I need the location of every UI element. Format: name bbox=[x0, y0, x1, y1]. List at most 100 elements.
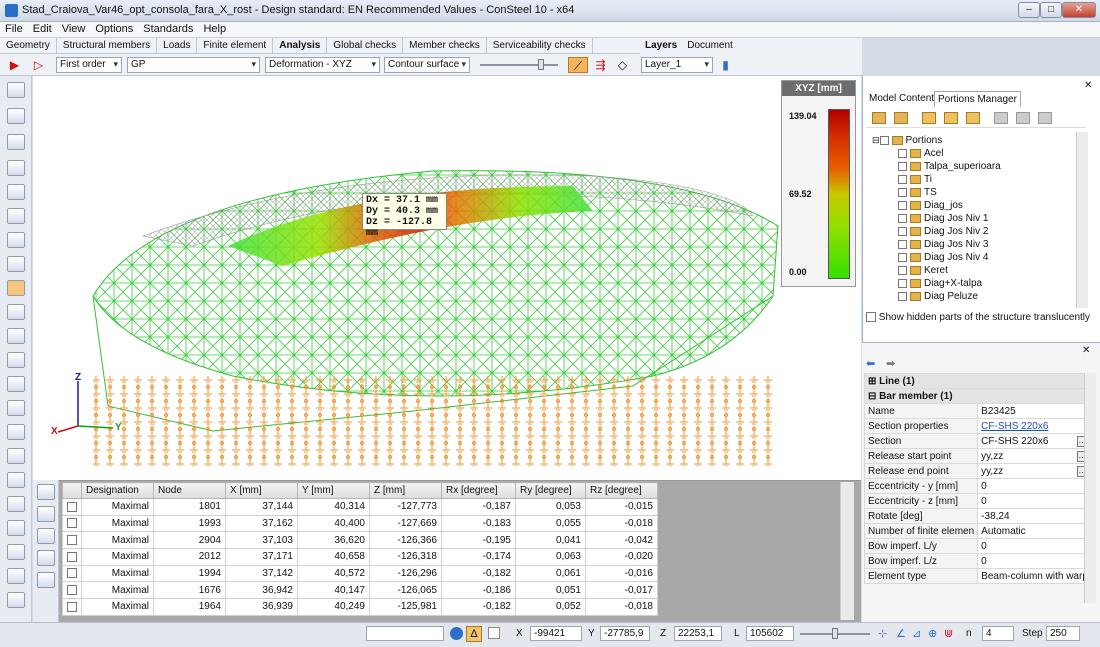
solid-view-icon[interactable] bbox=[7, 352, 25, 368]
layer-select[interactable]: Layer_1 bbox=[641, 57, 713, 73]
tab-global-checks[interactable]: Global checks bbox=[327, 38, 404, 53]
menu-help[interactable]: Help bbox=[198, 22, 231, 36]
shaded-icon[interactable] bbox=[7, 304, 25, 320]
tree-item[interactable]: Talpa_superioara bbox=[898, 160, 1001, 173]
tree-item[interactable]: Diag+X-talpa bbox=[898, 277, 982, 290]
pan-icon[interactable] bbox=[7, 400, 25, 416]
property-value[interactable]: 0 bbox=[977, 538, 1092, 554]
run-settings-icon[interactable]: ▷ bbox=[30, 57, 47, 73]
menu-options[interactable]: Options bbox=[90, 22, 138, 36]
panel-close-icon[interactable]: ✕ bbox=[1084, 80, 1092, 91]
tab-structural-members[interactable]: Structural members bbox=[57, 38, 158, 53]
forward-arrow-icon[interactable]: ➡ bbox=[886, 357, 895, 370]
maximize-button[interactable]: □ bbox=[1040, 2, 1062, 18]
tab-finite-element[interactable]: Finite element bbox=[197, 38, 274, 53]
length-field[interactable]: 105602 bbox=[746, 626, 794, 641]
menu-standards[interactable]: Standards bbox=[138, 22, 198, 36]
section-view-icon[interactable] bbox=[7, 328, 25, 344]
new-folder-icon[interactable] bbox=[922, 112, 936, 124]
copy-icon[interactable] bbox=[7, 520, 25, 536]
column-ry[interactable]: Ry [degree] bbox=[515, 482, 586, 499]
property-row[interactable]: Release start point yy,zz… bbox=[863, 448, 1092, 464]
properties-close-icon[interactable]: ✕ bbox=[1082, 345, 1090, 356]
view-top-icon[interactable] bbox=[7, 184, 25, 200]
y-coord-field[interactable]: -27785,9 bbox=[600, 626, 650, 641]
tree-item[interactable]: TS bbox=[898, 186, 937, 199]
move-icon[interactable] bbox=[7, 544, 25, 560]
diagram-icon[interactable] bbox=[37, 506, 55, 522]
tree-checkbox[interactable] bbox=[898, 200, 907, 210]
grid-snap-icon[interactable] bbox=[488, 627, 500, 639]
edit-portion-icon[interactable] bbox=[894, 112, 908, 124]
column-y[interactable]: Y [mm] bbox=[297, 482, 370, 499]
layer-settings-icon[interactable]: ▮ bbox=[717, 57, 734, 73]
snap-icon[interactable]: Δ bbox=[466, 626, 482, 642]
menu-view[interactable]: View bbox=[57, 22, 91, 36]
export-icon[interactable] bbox=[37, 550, 55, 566]
row-checkbox[interactable] bbox=[67, 535, 77, 546]
table-icon[interactable] bbox=[37, 528, 55, 544]
row-checkbox[interactable] bbox=[67, 518, 77, 529]
property-row[interactable]: Eccentricity - y [mm] 0 bbox=[863, 478, 1092, 494]
values-icon[interactable]: ⇶ bbox=[592, 57, 609, 73]
property-value[interactable]: 0 bbox=[977, 478, 1092, 494]
group-line[interactable]: ⊞ Line (1) bbox=[864, 373, 1092, 389]
tree-checkbox[interactable] bbox=[898, 291, 907, 301]
tree-checkbox[interactable] bbox=[898, 278, 907, 288]
tree-root[interactable]: ⊟ Portions bbox=[872, 134, 942, 147]
property-value[interactable]: -38,24 bbox=[977, 508, 1092, 524]
add-portion-icon[interactable] bbox=[872, 112, 886, 124]
view-cube-icon[interactable] bbox=[7, 232, 25, 248]
analysis-order-select[interactable]: First order bbox=[56, 57, 122, 73]
tab-layers[interactable]: Layers bbox=[640, 38, 682, 53]
tree-scrollbar[interactable] bbox=[1076, 132, 1088, 308]
chart-icon[interactable] bbox=[37, 484, 55, 500]
column-z[interactable]: Z [mm] bbox=[369, 482, 442, 499]
property-row[interactable]: Section CF-SHS 220x6… bbox=[863, 433, 1092, 449]
property-value[interactable]: Beam-column with warp bbox=[977, 568, 1092, 584]
section-properties-link[interactable]: CF-SHS 220x6 bbox=[981, 421, 1048, 432]
property-value[interactable]: Automatic bbox=[977, 523, 1092, 539]
tab-member-checks[interactable]: Member checks bbox=[403, 38, 487, 53]
table-row[interactable]: Maximal 1676 36,942 40,147 -126,065 -0,186 0,0… bbox=[62, 581, 658, 600]
track-icon[interactable]: ⊕ bbox=[928, 627, 937, 640]
property-row[interactable]: Number of finite elemen Automatic bbox=[863, 523, 1092, 539]
view-side-icon[interactable] bbox=[7, 160, 25, 176]
run-analysis-icon[interactable]: ▶ bbox=[6, 57, 23, 73]
show-hidden-checkbox[interactable] bbox=[866, 312, 876, 323]
print-icon[interactable] bbox=[37, 572, 55, 588]
load-group-select[interactable]: GP bbox=[127, 57, 260, 73]
tree-checkbox[interactable] bbox=[898, 148, 907, 158]
table-row[interactable]: Maximal 1801 37,144 40,314 -127,773 -0,187 0,0… bbox=[62, 498, 658, 516]
tab-model-content[interactable]: Model Content bbox=[866, 91, 937, 106]
command-field[interactable] bbox=[366, 626, 444, 641]
tree-checkbox[interactable] bbox=[898, 161, 907, 171]
tree-item[interactable]: Ti bbox=[898, 173, 932, 186]
table-row[interactable]: Maximal 1994 37,142 40,572 -126,296 -0,182 0,0… bbox=[62, 564, 658, 583]
tree-checkbox[interactable] bbox=[898, 239, 907, 249]
tree-checkbox[interactable] bbox=[898, 252, 907, 262]
property-row[interactable]: Name B23425 bbox=[863, 403, 1092, 419]
ortho-icon[interactable]: ⊹ bbox=[878, 627, 887, 640]
tree-checkbox[interactable] bbox=[898, 187, 907, 197]
column-rx[interactable]: Rx [degree] bbox=[441, 482, 516, 499]
tab-serviceability-checks[interactable]: Serviceability checks bbox=[487, 38, 593, 53]
back-arrow-icon[interactable]: ⬅ bbox=[866, 357, 875, 370]
polar-icon[interactable]: ⊿ bbox=[912, 627, 921, 640]
table-row[interactable]: Maximal 1964 36,939 40,249 -125,981 -0,182 0,0… bbox=[62, 598, 658, 616]
row-checkbox[interactable] bbox=[67, 551, 77, 562]
row-checkbox[interactable] bbox=[67, 501, 77, 512]
zoom-slider-thumb[interactable] bbox=[832, 628, 838, 639]
show-hidden-option[interactable]: Show hidden parts of the structure trans… bbox=[866, 312, 1090, 323]
tree-checkbox[interactable] bbox=[898, 265, 907, 275]
property-value[interactable]: 0 bbox=[977, 553, 1092, 569]
tab-analysis[interactable]: Analysis bbox=[273, 38, 328, 53]
property-row[interactable]: Bow imperf. L/z 0 bbox=[863, 553, 1092, 569]
angle-icon[interactable]: ∠ bbox=[896, 627, 906, 640]
delete-icon[interactable] bbox=[7, 568, 25, 584]
menu-file[interactable]: File bbox=[0, 22, 28, 36]
globe-icon[interactable] bbox=[450, 627, 463, 640]
magnet-icon[interactable]: ⋓ bbox=[944, 627, 953, 640]
deformed-shape-icon[interactable]: ⟋ bbox=[568, 57, 588, 73]
close-button[interactable]: ✕ bbox=[1062, 2, 1096, 18]
